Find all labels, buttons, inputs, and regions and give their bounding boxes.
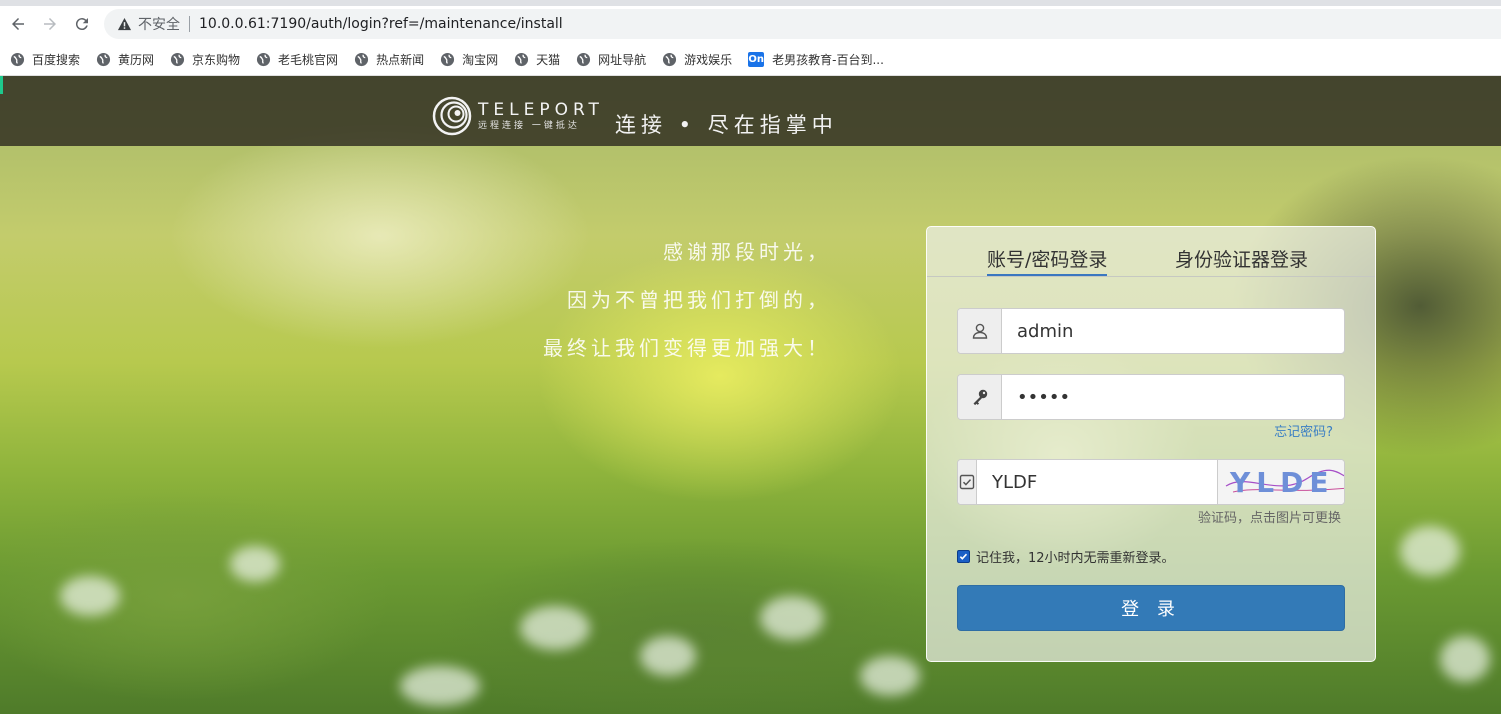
globe-icon	[577, 52, 591, 67]
captcha-field: YLDE	[957, 459, 1345, 505]
captcha-input[interactable]	[977, 460, 1217, 504]
url-divider	[189, 16, 190, 32]
remember-label: 记住我，12小时内无需重新登录。	[976, 551, 1175, 566]
teleport-logo: TELEPORT 远程连接 一键抵达	[432, 96, 604, 136]
page-accent-bar	[0, 76, 3, 94]
on-badge-icon: On	[748, 52, 765, 67]
login-button[interactable]: 登 录	[957, 585, 1345, 631]
bookmark-item[interactable]: 热点新闻	[354, 51, 424, 68]
bookmark-label: 天猫	[536, 53, 561, 67]
login-card: 账号/密码登录 身份验证器登录 忘记密码?	[926, 226, 1376, 662]
bookmark-item[interactable]: 京东购物	[170, 51, 240, 68]
warning-icon[interactable]	[116, 16, 132, 32]
key-icon	[958, 375, 1002, 419]
user-icon	[958, 309, 1002, 353]
poem-line: 感谢那段时光，	[663, 240, 831, 264]
logo-subtitle: 远程连接 一键抵达	[478, 121, 580, 131]
bookmark-label: 百度搜索	[32, 53, 81, 67]
bookmark-item[interactable]: 淘宝网	[440, 51, 498, 68]
globe-icon	[441, 52, 455, 67]
globe-icon	[96, 52, 111, 67]
poem: 感谢那段时光， 因为不曾把我们打倒的， 最终让我们变得更加强大！	[543, 234, 831, 378]
bookmark-label: 淘宝网	[462, 53, 499, 67]
captcha-image[interactable]: YLDE	[1217, 460, 1344, 504]
bookmarks-bar: 百度搜索 黄历网 京东购物 老毛桃官网 热点新闻 淘宝网 天猫 网址导航 游戏娱…	[0, 44, 1501, 76]
login-tabs: 账号/密码登录 身份验证器登录	[927, 227, 1375, 277]
globe-icon	[663, 52, 677, 67]
logo-name: TELEPORT	[478, 100, 604, 120]
poem-line: 因为不曾把我们打倒的，	[567, 288, 831, 312]
globe-icon	[515, 52, 529, 67]
bookmark-label: 老男孩教育-百台到...	[772, 53, 884, 67]
browser-address-bar: 不安全 10.0.0.61:7190/auth/login?ref=/maint…	[0, 0, 1501, 44]
url-text[interactable]: 10.0.0.61:7190/auth/login?ref=/maintenan…	[199, 16, 563, 32]
teleport-logo-icon	[432, 96, 472, 136]
captcha-hint: 验证码，点击图片可更换	[1197, 511, 1341, 526]
globe-icon	[256, 52, 271, 67]
bookmark-item[interactable]: 老毛桃官网	[256, 51, 338, 68]
insecure-label[interactable]: 不安全	[138, 14, 180, 34]
tab-authenticator-login[interactable]: 身份验证器登录	[1175, 245, 1308, 274]
bookmark-item[interactable]: 天猫	[514, 51, 560, 68]
bookmark-label: 黄历网	[118, 53, 155, 67]
back-button[interactable]	[6, 12, 30, 36]
globe-icon	[10, 52, 25, 67]
arrow-right-icon	[44, 18, 56, 30]
username-field	[957, 308, 1345, 354]
poem-line: 最终让我们变得更加强大！	[543, 336, 831, 360]
forward-button[interactable]	[38, 12, 62, 36]
slogan: 连接 • 尽在指掌中	[615, 113, 838, 137]
username-input[interactable]	[1002, 309, 1344, 353]
password-input[interactable]	[1002, 375, 1344, 419]
globe-icon	[355, 52, 369, 67]
password-field	[957, 374, 1345, 420]
bookmark-item[interactable]: 百度搜索	[10, 51, 80, 68]
login-page: TELEPORT 远程连接 一键抵达 连接 • 尽在指掌中 感谢那段时光， 因为…	[0, 76, 1501, 714]
captcha-image-text: YLDE	[1229, 466, 1335, 499]
bookmark-label: 游戏娱乐	[684, 53, 733, 67]
forgot-password-link[interactable]: 忘记密码?	[1274, 421, 1333, 440]
bookmark-label: 京东购物	[192, 53, 241, 67]
bookmark-item[interactable]: 黄历网	[96, 51, 154, 68]
reload-button[interactable]	[70, 12, 94, 36]
bookmark-label: 老毛桃官网	[278, 53, 339, 67]
top-banner: TELEPORT 远程连接 一键抵达 连接 • 尽在指掌中	[0, 76, 1501, 146]
bookmark-item[interactable]: On 老男孩教育-百台到...	[748, 51, 884, 68]
bookmark-label: 热点新闻	[376, 53, 425, 67]
check-square-icon	[958, 460, 977, 504]
globe-icon	[170, 52, 185, 67]
remember-checkbox[interactable]	[957, 550, 970, 563]
reload-icon	[75, 18, 88, 31]
bookmark-label: 网址导航	[598, 53, 647, 67]
tab-password-login[interactable]: 账号/密码登录	[987, 245, 1108, 276]
bookmark-item[interactable]: 游戏娱乐	[662, 51, 732, 68]
remember-me[interactable]: 记住我，12小时内无需重新登录。	[957, 547, 1175, 566]
url-omnibox[interactable]: 不安全 10.0.0.61:7190/auth/login?ref=/maint…	[104, 9, 1501, 39]
arrow-left-icon	[12, 18, 24, 30]
bookmark-item[interactable]: 网址导航	[576, 51, 646, 68]
